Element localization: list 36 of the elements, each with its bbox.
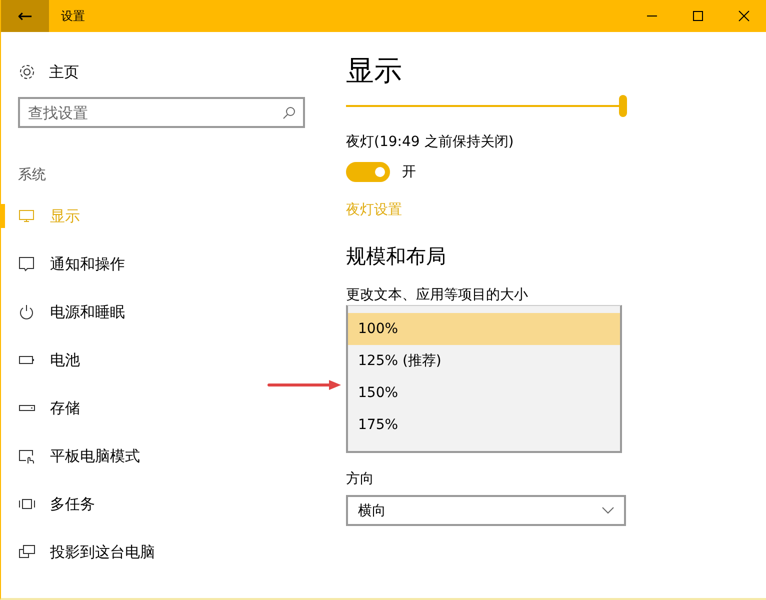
speech-bubble-icon bbox=[18, 256, 36, 272]
section-heading: 规模和布局 bbox=[346, 243, 446, 270]
night-light-label: 夜灯(19:49 之前保持关闭) bbox=[346, 133, 514, 152]
nav-item[interactable]: 存储 bbox=[1, 384, 331, 432]
tablet-touch-icon bbox=[18, 448, 36, 464]
projector-icon bbox=[18, 544, 36, 560]
home-link[interactable]: 主页 bbox=[49, 62, 79, 82]
maximize-icon[interactable] bbox=[692, 10, 704, 22]
orientation-dropdown[interactable]: 横向 bbox=[346, 495, 626, 526]
toggle-state: 开 bbox=[402, 163, 416, 181]
nav-item[interactable]: 电源和睡眠 bbox=[1, 288, 331, 336]
dropdown-option[interactable]: 125% (推荐) bbox=[348, 345, 620, 377]
close-icon[interactable] bbox=[738, 10, 750, 22]
power-icon bbox=[18, 304, 36, 320]
page-title: 显示 bbox=[346, 53, 402, 89]
chevron-down-icon bbox=[602, 507, 614, 514]
nav-item[interactable]: 多任务 bbox=[1, 480, 331, 528]
search-icon bbox=[282, 106, 296, 120]
nav-item[interactable]: 通知和操作 bbox=[1, 240, 331, 288]
slider-thumb[interactable] bbox=[619, 95, 627, 117]
multitask-icon bbox=[18, 496, 36, 512]
toggle-switch[interactable] bbox=[346, 162, 390, 182]
settings-icon bbox=[18, 63, 36, 81]
monitor-icon bbox=[18, 208, 36, 224]
back-button[interactable]: ← bbox=[1, 0, 49, 32]
dropdown-option[interactable]: 150% bbox=[348, 377, 620, 409]
orientation-label: 方向 bbox=[346, 470, 374, 489]
window-title: 设置 bbox=[61, 8, 86, 24]
nav-item[interactable]: 电池 bbox=[1, 336, 331, 384]
scale-label: 更改文本、应用等项目的大小 bbox=[346, 286, 528, 305]
search-field[interactable]: 查找设置 bbox=[18, 97, 305, 128]
dropdown-option[interactable]: 175% bbox=[348, 409, 620, 441]
section-label: 系统 bbox=[18, 166, 47, 185]
nav-item[interactable]: 投影到这台电脑 bbox=[1, 528, 331, 576]
nav-item[interactable]: 平板电脑模式 bbox=[1, 432, 331, 480]
dropdown-option[interactable]: 100% bbox=[348, 313, 620, 345]
